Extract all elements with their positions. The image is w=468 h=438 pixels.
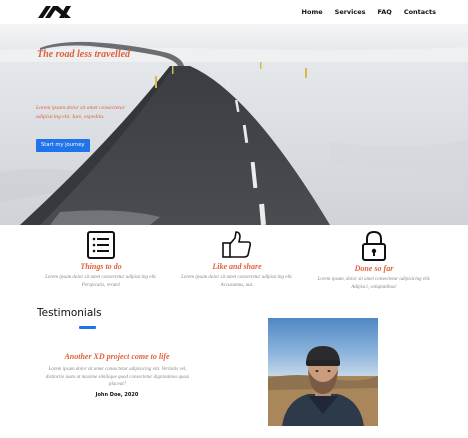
lock-icon (362, 230, 386, 261)
nav-faq-link[interactable]: FAQ (378, 8, 392, 16)
feature-text: Lorem ipsum dolor sit amet consectetur a… (181, 275, 293, 288)
nav-menu: Home Services FAQ Contacts (302, 8, 436, 16)
thumbs-up-icon (222, 231, 252, 258)
start-journey-button[interactable]: Start my journey (36, 139, 90, 152)
testimonial-title: Another XD project come to life (64, 352, 170, 361)
feature-done-so-far: Done so far Lorem ipsum, dolor sit amet … (299, 230, 449, 292)
nav-contacts-link[interactable]: Contacts (404, 8, 436, 16)
hero-text: Lorem ipsum dolor sit amet consectetur a… (36, 105, 125, 120)
hero-title: The road less travelled (37, 49, 131, 60)
list-icon (87, 231, 115, 259)
hero-section: The road less travelled Lorem ipsum dolo… (0, 22, 468, 225)
testimonial-author: John Doe, 2020 (95, 392, 139, 398)
feature-like-and-share: Like and share Lorem ipsum dolor sit ame… (162, 230, 312, 290)
feature-title: Done so far (354, 264, 394, 273)
feature-text: Lorem ipsum dolor sit amet consectetur a… (45, 275, 157, 288)
brand-logo[interactable] (38, 4, 72, 20)
nav-home-link[interactable]: Home (302, 8, 323, 16)
feature-title: Things to do (80, 262, 122, 271)
feature-things-to-do: Things to do Lorem ipsum dolor sit amet … (26, 230, 176, 290)
testimonials-heading: Testimonials (37, 307, 102, 319)
feature-text: Lorem ipsum, dolor sit amet consectetur … (317, 277, 431, 290)
top-navbar: Home Services FAQ Contacts (0, 0, 468, 24)
feature-title: Like and share (212, 262, 262, 271)
testimonial-text: Lorem ipsum dolor sit amet consectetur a… (45, 367, 190, 387)
nav-services-link[interactable]: Services (335, 8, 366, 16)
heading-underline (79, 326, 96, 329)
testimonial-portrait (268, 318, 378, 426)
